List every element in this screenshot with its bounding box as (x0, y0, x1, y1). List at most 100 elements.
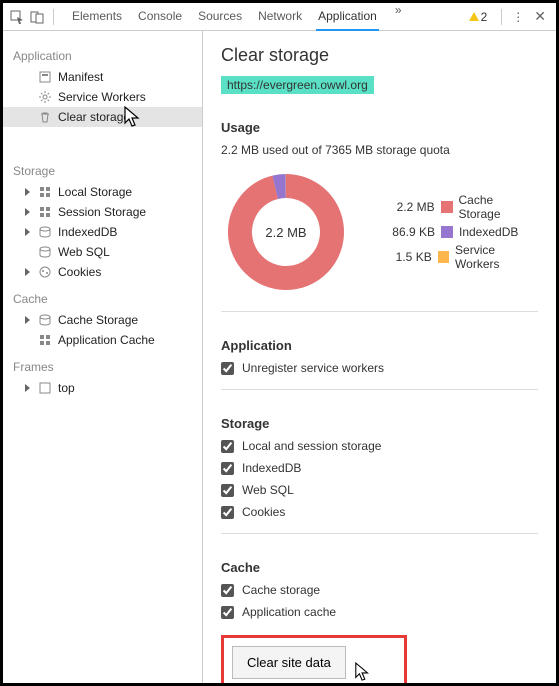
legend-label: IndexedDB (459, 225, 518, 239)
checkbox-label: Unregister service workers (242, 361, 384, 375)
checkbox-label: IndexedDB (242, 461, 301, 475)
donut-center-label: 2.2 MB (221, 167, 351, 297)
checkbox-label: Web SQL (242, 483, 294, 497)
checkbox[interactable] (221, 440, 234, 453)
gear-icon (38, 91, 52, 103)
checkbox[interactable] (221, 606, 234, 619)
checkbox[interactable] (221, 584, 234, 597)
legend-row: 86.9 KB IndexedDB (375, 225, 538, 239)
storage-heading: Storage (221, 416, 538, 431)
legend-swatch (441, 226, 453, 238)
tab-strip: Elements Console Sources Network Applica… (70, 3, 459, 31)
sidebar-item-top[interactable]: top (3, 378, 202, 398)
expand-icon (25, 228, 30, 236)
sidebar-item-label: Manifest (58, 70, 103, 84)
expand-icon (25, 188, 30, 196)
cache-heading: Cache (221, 560, 538, 575)
sidebar-item-indexeddb[interactable]: IndexedDB (3, 222, 202, 242)
sidebar-item-label: Local Storage (58, 185, 132, 199)
separator (501, 9, 502, 25)
sidebar: ApplicationManifestService WorkersClear … (3, 31, 203, 683)
origin-url: https://evergreen.owwl.org (221, 76, 374, 94)
storage-section: Storage Local and session storage Indexed… (221, 416, 538, 519)
warnings-badge[interactable]: 2 (469, 10, 488, 24)
sidebar-item-cookies[interactable]: Cookies (3, 262, 202, 282)
legend-row: 2.2 MBCache Storage (375, 193, 538, 221)
content-pane: Clear storage https://evergreen.owwl.org… (203, 31, 556, 683)
sidebar-item-service-workers[interactable]: Service Workers (3, 87, 202, 107)
clear-site-data-button[interactable]: Clear site data (232, 646, 346, 679)
device-icon[interactable] (29, 10, 45, 24)
sidebar-group-title: Storage (3, 160, 202, 182)
inspect-icon[interactable] (9, 10, 25, 24)
checkbox[interactable] (221, 362, 234, 375)
manifest-icon (38, 71, 52, 83)
application-section: Application Unregister service workers (221, 338, 538, 375)
tab-console[interactable]: Console (136, 3, 184, 31)
tab-sources[interactable]: Sources (196, 3, 244, 31)
legend-label: Cache Storage (459, 193, 539, 221)
warning-count: 2 (481, 10, 488, 24)
legend-label: Service Workers (455, 243, 538, 271)
legend-value: 86.9 KB (375, 225, 435, 239)
sidebar-item-label: Web SQL (58, 245, 110, 259)
separator (53, 9, 54, 25)
checkbox[interactable] (221, 484, 234, 497)
cursor-icon (354, 661, 372, 683)
sidebar-group-title: Frames (3, 356, 202, 378)
checkbox-row[interactable]: Cache storage (221, 583, 538, 597)
checkbox-row[interactable]: Local and session storage (221, 439, 538, 453)
close-icon[interactable]: ✕ (530, 8, 550, 25)
sidebar-item-label: top (58, 381, 75, 395)
checkbox-label: Cookies (242, 505, 285, 519)
trash-icon (38, 111, 52, 123)
expand-icon (25, 268, 30, 276)
db-icon (38, 314, 52, 326)
usage-donut-chart: 2.2 MB (221, 167, 351, 297)
application-heading: Application (221, 338, 538, 353)
sidebar-item-session-storage[interactable]: Session Storage (3, 202, 202, 222)
tabs-overflow[interactable]: » (391, 3, 406, 31)
page-title: Clear storage (221, 45, 538, 66)
frame-icon (38, 382, 52, 394)
db-icon (38, 246, 52, 258)
cursor-icon (123, 105, 143, 129)
sidebar-item-label: Cache Storage (58, 313, 138, 327)
sidebar-item-label: Application Cache (58, 333, 155, 347)
sidebar-item-cache-storage[interactable]: Cache Storage (3, 310, 202, 330)
checkbox-label: Cache storage (242, 583, 320, 597)
checkbox-row[interactable]: Unregister service workers (221, 361, 538, 375)
sidebar-item-application-cache[interactable]: Application Cache (3, 330, 202, 350)
sidebar-group-title: Cache (3, 288, 202, 310)
checkbox-label: Local and session storage (242, 439, 381, 453)
checkbox[interactable] (221, 506, 234, 519)
checkbox-row[interactable]: IndexedDB (221, 461, 538, 475)
usage-legend: 2.2 MBCache Storage 86.9 KB IndexedDB 1.5 K… (375, 189, 538, 275)
divider (221, 533, 538, 534)
checkbox-row[interactable]: Web SQL (221, 483, 538, 497)
tab-application[interactable]: Application (316, 3, 379, 31)
sidebar-item-manifest[interactable]: Manifest (3, 67, 202, 87)
devtools-toolbar: Elements Console Sources Network Applica… (3, 3, 556, 31)
checkbox-row[interactable]: Cookies (221, 505, 538, 519)
grid-icon (38, 334, 52, 346)
checkbox[interactable] (221, 462, 234, 475)
sidebar-item-clear-storage[interactable]: Clear storage (3, 107, 202, 127)
checkbox-row[interactable]: Application cache (221, 605, 538, 619)
tab-elements[interactable]: Elements (70, 3, 124, 31)
warning-icon (469, 12, 479, 21)
sidebar-item-label: Cookies (58, 265, 101, 279)
sidebar-item-label: Clear storage (58, 110, 130, 124)
legend-swatch (438, 251, 449, 263)
usage-section: Usage 2.2 MB used out of 7365 MB storage… (221, 120, 538, 297)
kebab-menu-icon[interactable]: ⋮ (510, 10, 526, 24)
tab-network[interactable]: Network (256, 3, 304, 31)
sidebar-item-web-sql[interactable]: Web SQL (3, 242, 202, 262)
grid-icon (38, 206, 52, 218)
sidebar-item-label: Service Workers (58, 90, 146, 104)
usage-heading: Usage (221, 120, 538, 135)
legend-row: 1.5 KBService Workers (375, 243, 538, 271)
sidebar-item-local-storage[interactable]: Local Storage (3, 182, 202, 202)
expand-icon (25, 384, 30, 392)
sidebar-item-label: IndexedDB (58, 225, 117, 239)
